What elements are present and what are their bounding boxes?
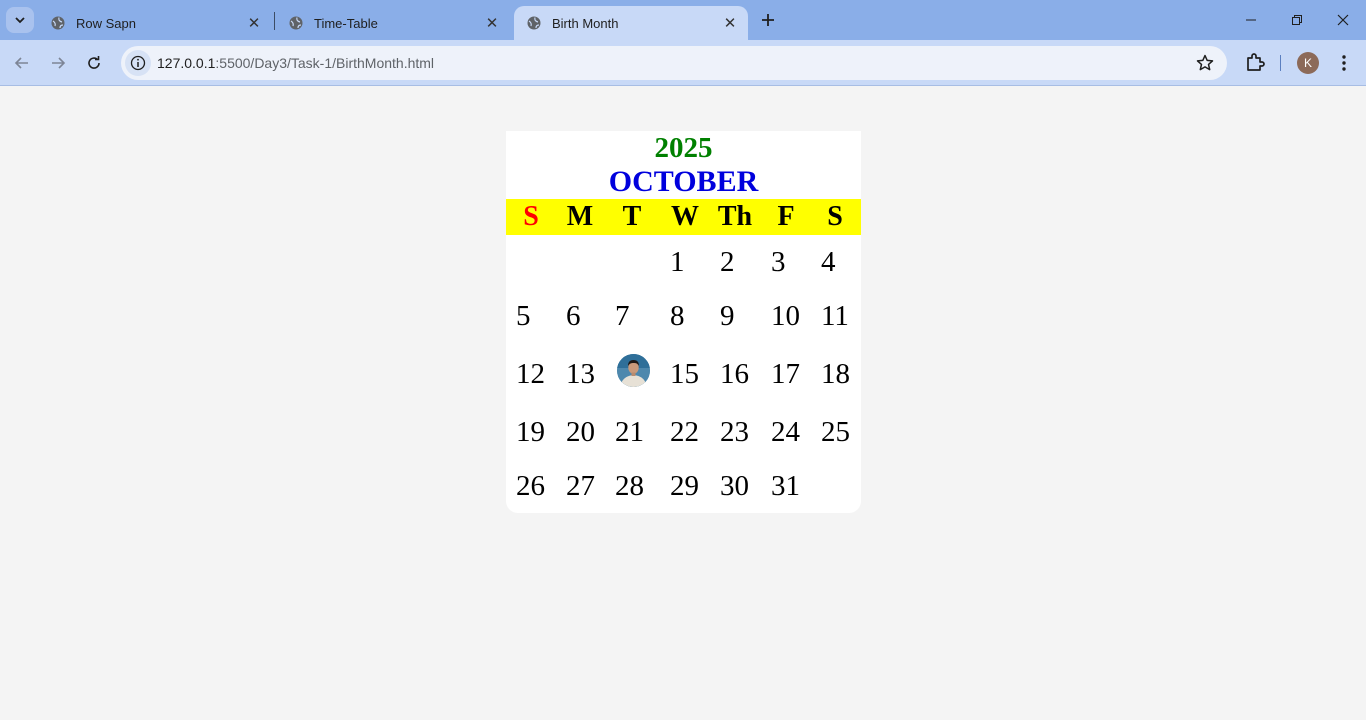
weekday-thursday: Th bbox=[717, 201, 753, 232]
calendar-day: 4 bbox=[821, 246, 836, 278]
toolbar-divider bbox=[1280, 55, 1281, 71]
restore-icon bbox=[1292, 15, 1302, 25]
tab-title: Time-Table bbox=[314, 15, 378, 31]
calendar-year: 2025 bbox=[654, 132, 713, 164]
restore-button[interactable] bbox=[1274, 0, 1320, 40]
minimize-button[interactable] bbox=[1228, 0, 1274, 40]
new-tab-button[interactable] bbox=[756, 8, 780, 32]
weekday-tuesday: T bbox=[622, 201, 642, 232]
calendar-day: 13 bbox=[566, 358, 595, 390]
calendar-day: 22 bbox=[670, 416, 699, 448]
calendar-day: 19 bbox=[516, 416, 545, 448]
tab-search-button[interactable] bbox=[6, 7, 34, 33]
tab-title: Birth Month bbox=[552, 15, 619, 31]
minimize-icon bbox=[1246, 19, 1256, 21]
calendar-day: 11 bbox=[821, 300, 849, 332]
calendar-day: 2 bbox=[720, 246, 735, 278]
calendar-day: 17 bbox=[771, 358, 800, 390]
plus-icon bbox=[762, 14, 774, 26]
tab-separator bbox=[274, 12, 275, 30]
reload-icon bbox=[88, 56, 100, 69]
calendar: 2025 OCTOBER S M T W Th F S 1 2 3 4 5 6 7 8 9 10 1… bbox=[506, 131, 861, 513]
calendar-day: 9 bbox=[720, 300, 735, 332]
back-button[interactable] bbox=[8, 49, 36, 77]
calendar-day: 3 bbox=[771, 246, 786, 278]
profile-avatar[interactable]: K bbox=[1297, 52, 1319, 74]
globe-icon bbox=[51, 16, 65, 30]
url-host: 127.0.0.1 bbox=[157, 55, 216, 71]
close-window-button[interactable] bbox=[1320, 0, 1366, 40]
tab-row-sapn[interactable]: Row Sapn ✕ bbox=[38, 6, 272, 40]
url-path: :5500/Day3/Task-1/BirthMonth.html bbox=[215, 55, 435, 71]
calendar-day: 12 bbox=[516, 358, 545, 390]
tab-time-table[interactable]: Time-Table ✕ bbox=[276, 6, 510, 40]
weekday-header: S M T W Th F S bbox=[506, 199, 861, 235]
close-tab-icon[interactable]: ✕ bbox=[720, 13, 740, 33]
arrow-left-icon bbox=[14, 57, 28, 69]
calendar-day: 23 bbox=[720, 416, 749, 448]
close-tab-icon[interactable]: ✕ bbox=[482, 13, 502, 33]
calendar-day: 8 bbox=[670, 300, 685, 332]
calendar-day: 25 bbox=[821, 416, 850, 448]
browser-menu-button[interactable] bbox=[1333, 52, 1355, 74]
weekday-sunday: S bbox=[523, 201, 539, 232]
calendar-day: 24 bbox=[771, 416, 800, 448]
calendar-day: 6 bbox=[566, 300, 581, 332]
birthday-photo bbox=[617, 354, 650, 387]
calendar-day: 15 bbox=[670, 358, 699, 390]
calendar-day: 7 bbox=[615, 300, 630, 332]
globe-icon bbox=[527, 16, 541, 30]
globe-icon bbox=[289, 16, 303, 30]
close-icon bbox=[1337, 14, 1349, 26]
calendar-day: 31 bbox=[771, 470, 800, 502]
profile-photo bbox=[617, 354, 650, 387]
calendar-day: 28 bbox=[615, 470, 644, 502]
forward-button[interactable] bbox=[44, 49, 72, 77]
extensions-icon[interactable] bbox=[1243, 51, 1267, 75]
calendar-day: 5 bbox=[516, 300, 531, 332]
calendar-day: 26 bbox=[516, 470, 545, 502]
weekday-friday: F bbox=[777, 201, 795, 232]
calendar-day: 29 bbox=[670, 470, 699, 502]
bookmark-star-icon[interactable] bbox=[1195, 53, 1215, 73]
calendar-month: OCTOBER bbox=[608, 165, 759, 198]
info-icon bbox=[130, 55, 146, 71]
calendar-day: 30 bbox=[720, 470, 749, 502]
arrow-right-icon bbox=[52, 57, 66, 69]
tab-strip: Row Sapn ✕ Time-Table ✕ Birth Month ✕ bbox=[0, 0, 1366, 40]
tab-birth-month[interactable]: Birth Month ✕ bbox=[514, 6, 748, 40]
reload-button[interactable] bbox=[80, 49, 108, 77]
weekday-saturday: S bbox=[827, 201, 843, 232]
more-vertical-icon bbox=[1342, 55, 1346, 71]
browser-toolbar: 127.0.0.1:5500/Day3/Task-1/BirthMonth.ht… bbox=[0, 40, 1366, 86]
weekday-monday: M bbox=[566, 201, 594, 232]
calendar-day: 20 bbox=[566, 416, 595, 448]
url-text: 127.0.0.1:5500/Day3/Task-1/BirthMonth.ht… bbox=[157, 55, 434, 71]
calendar-day: 16 bbox=[720, 358, 749, 390]
calendar-day: 27 bbox=[566, 470, 595, 502]
close-tab-icon[interactable]: ✕ bbox=[244, 13, 264, 33]
address-bar[interactable]: 127.0.0.1:5500/Day3/Task-1/BirthMonth.ht… bbox=[121, 46, 1227, 80]
calendar-day: 21 bbox=[615, 416, 644, 448]
chevron-down-icon bbox=[15, 17, 25, 24]
weekday-wednesday: W bbox=[671, 201, 699, 232]
calendar-day: 1 bbox=[670, 246, 685, 278]
calendar-day: 10 bbox=[771, 300, 800, 332]
calendar-day: 18 bbox=[821, 358, 850, 390]
tab-title: Row Sapn bbox=[76, 15, 136, 31]
site-info-button[interactable] bbox=[125, 50, 151, 76]
